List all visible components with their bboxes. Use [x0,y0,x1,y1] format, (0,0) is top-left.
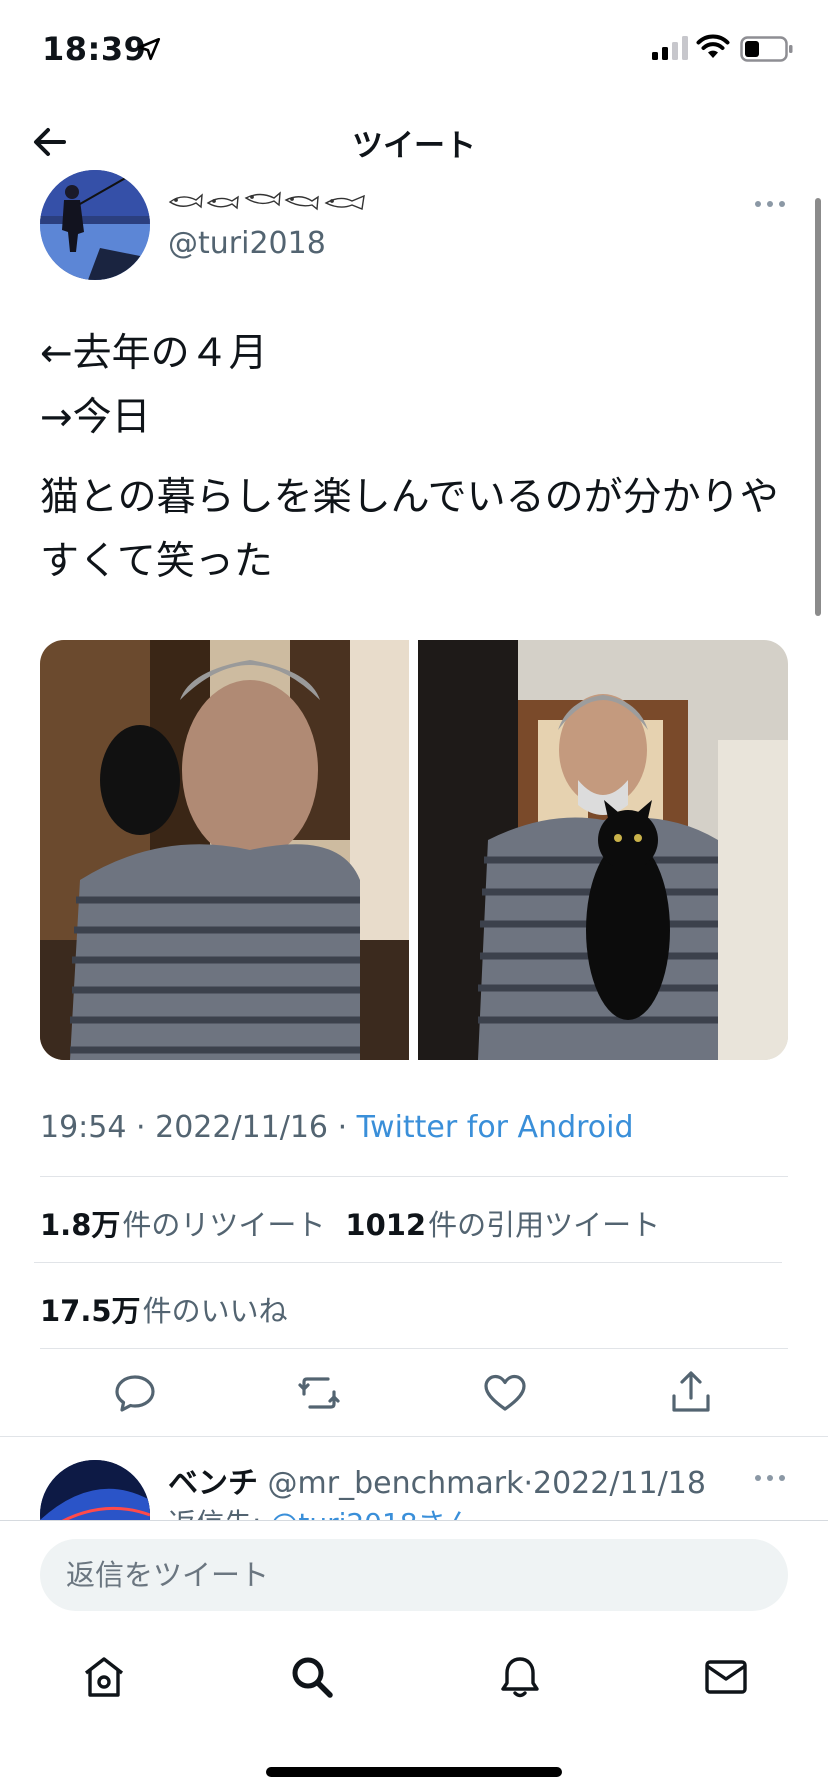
status-time: 18:39 [42,30,147,68]
stats-row-retweets: 1.8万件のリツイート 1012件の引用ツイート [40,1202,660,1244]
tweet-source-link[interactable]: Twitter for Android [357,1110,634,1145]
location-arrow-icon [137,37,161,61]
reply-more-options-icon[interactable] [752,1470,788,1486]
more-options-icon[interactable] [752,196,788,212]
meta-separator: · [337,1110,348,1145]
like-heart-icon[interactable] [480,1368,530,1418]
bottom-panel [0,1520,828,1792]
tweet-text: ←去年の４月 →今日 猫との暮らしを楽しんでいるのが分かりやすくて笑った [40,322,790,594]
tweet-photo-1[interactable] [40,640,409,1060]
author-handle[interactable]: @turi2018 [168,226,326,261]
reply-separator: · [523,1466,533,1501]
wifi-icon [696,34,730,58]
reply-author-handle[interactable]: @mr_benchmark [268,1466,524,1501]
tweet-time: 19:54 [40,1110,127,1145]
quote-count[interactable]: 1012 [345,1208,426,1242]
reply-compose-input[interactable] [40,1539,788,1611]
tweet-text-line: ←去年の４月 [40,331,268,376]
author-avatar[interactable] [40,170,150,280]
tweet-text-line: →今日 [40,395,151,440]
home-icon[interactable] [80,1653,128,1701]
home-indicator [266,1767,562,1777]
reply-icon[interactable] [110,1368,160,1418]
share-icon[interactable] [666,1368,716,1418]
notifications-bell-icon[interactable] [496,1653,544,1701]
tweet-date: 2022/11/16 [155,1110,329,1145]
divider [40,1176,788,1177]
tweet-media [40,640,788,1060]
nav-header: ツイート [0,100,828,180]
divider [40,1348,788,1349]
meta-separator: · [136,1110,146,1145]
tweet-actions [0,1368,828,1428]
display-name-fish-emoji [168,191,365,211]
like-count[interactable]: 17.5万 [40,1294,141,1328]
quote-label[interactable]: 件の引用ツイート [428,1208,660,1242]
like-label[interactable]: 件のいいね [143,1294,288,1328]
scrollbar[interactable] [815,198,821,616]
tweet-photo-2[interactable] [418,640,788,1060]
avatar-photo [40,170,150,280]
status-bar: 18:39 [0,0,828,100]
tweet-meta: 19:54 · 2022/11/16 · Twitter for Android [40,1110,634,1145]
search-icon[interactable] [288,1653,336,1701]
stats-row-likes: 17.5万件のいいね [40,1288,288,1330]
retweet-count[interactable]: 1.8万 [40,1208,120,1242]
page-title: ツイート [352,128,476,164]
retweet-label[interactable]: 件のリツイート [122,1208,325,1242]
cellular-signal-icon [652,36,688,60]
reply-header: ベンチ @mr_benchmark·2022/11/18 [168,1458,706,1502]
divider [0,1436,828,1437]
divider [34,1262,782,1263]
tweet-text-paragraph: 猫との暮らしを楽しんでいるのが分かりやすくて笑った [40,475,779,584]
reply-author-name[interactable]: ベンチ [168,1466,258,1501]
battery-icon [740,36,793,62]
reply-date: 2022/11/18 [533,1466,706,1501]
retweet-icon[interactable] [294,1368,344,1418]
messages-mail-icon[interactable] [702,1653,750,1701]
